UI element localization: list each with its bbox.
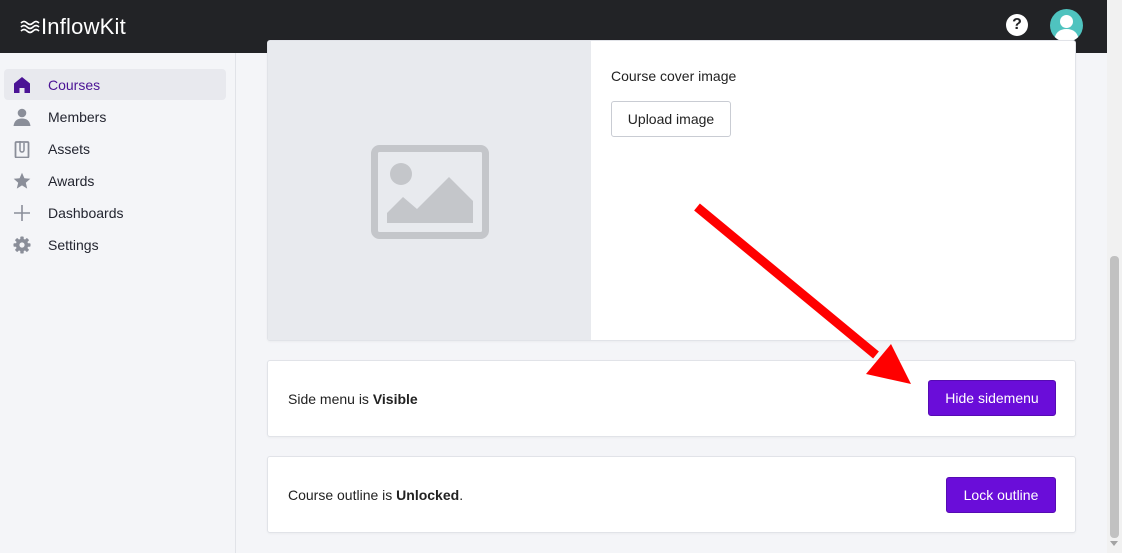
star-icon xyxy=(13,172,31,190)
sidebar-item-courses[interactable]: Courses xyxy=(4,69,226,100)
waves-logo-icon xyxy=(20,20,40,33)
sidebar-item-label: Courses xyxy=(48,76,101,93)
side-menu-card: Side menu is Visible Hide sidemenu xyxy=(267,360,1076,437)
person-silhouette-icon xyxy=(1054,15,1079,40)
sidebar: Courses Members Assets Awards Dashboards xyxy=(0,53,236,553)
cover-image-preview xyxy=(268,41,591,340)
home-icon xyxy=(13,76,31,94)
sidebar-item-settings[interactable]: Settings xyxy=(4,229,226,260)
clipboard-icon xyxy=(13,140,31,158)
help-icon[interactable]: ? xyxy=(1006,14,1028,36)
sidebar-item-label: Settings xyxy=(48,236,99,253)
course-outline-status-prefix: Course outline is xyxy=(288,487,397,503)
course-outline-status-suffix: . xyxy=(459,487,464,503)
scroll-down-arrow-icon[interactable] xyxy=(1110,541,1118,546)
course-outline-status: Course outline is Unlocked. xyxy=(288,487,463,503)
upload-image-button[interactable]: Upload image xyxy=(611,101,731,137)
sidebar-item-dashboards[interactable]: Dashboards xyxy=(4,197,226,228)
course-outline-state: Unlocked xyxy=(396,487,460,503)
sidebar-item-members[interactable]: Members xyxy=(4,101,226,132)
image-placeholder-icon xyxy=(370,144,489,239)
person-icon xyxy=(13,108,31,126)
app-name: InflowKit xyxy=(41,13,126,39)
sidebar-item-label: Awards xyxy=(48,172,95,189)
sidebar-item-awards[interactable]: Awards xyxy=(4,165,226,196)
cover-image-label: Course cover image xyxy=(611,68,737,84)
side-menu-status-prefix: Side menu is xyxy=(288,391,373,407)
course-outline-card: Course outline is Unlocked. Lock outline xyxy=(267,456,1076,533)
lock-outline-button[interactable]: Lock outline xyxy=(946,477,1056,513)
plus-icon xyxy=(13,204,31,222)
sidebar-item-label: Assets xyxy=(48,140,91,157)
gear-icon xyxy=(13,236,31,254)
sidebar-item-label: Members xyxy=(48,108,107,125)
side-menu-state: Visible xyxy=(372,391,418,407)
scrollbar-thumb[interactable] xyxy=(1110,256,1119,538)
app-logo[interactable]: InflowKit xyxy=(20,14,126,40)
sidebar-item-assets[interactable]: Assets xyxy=(4,133,226,164)
user-avatar-icon[interactable] xyxy=(1050,9,1083,42)
hide-sidemenu-button[interactable]: Hide sidemenu xyxy=(928,380,1056,416)
sidebar-item-label: Dashboards xyxy=(48,204,124,221)
side-menu-status: Side menu is Visible xyxy=(288,391,418,407)
course-cover-card: Course cover image Upload image xyxy=(267,40,1076,341)
